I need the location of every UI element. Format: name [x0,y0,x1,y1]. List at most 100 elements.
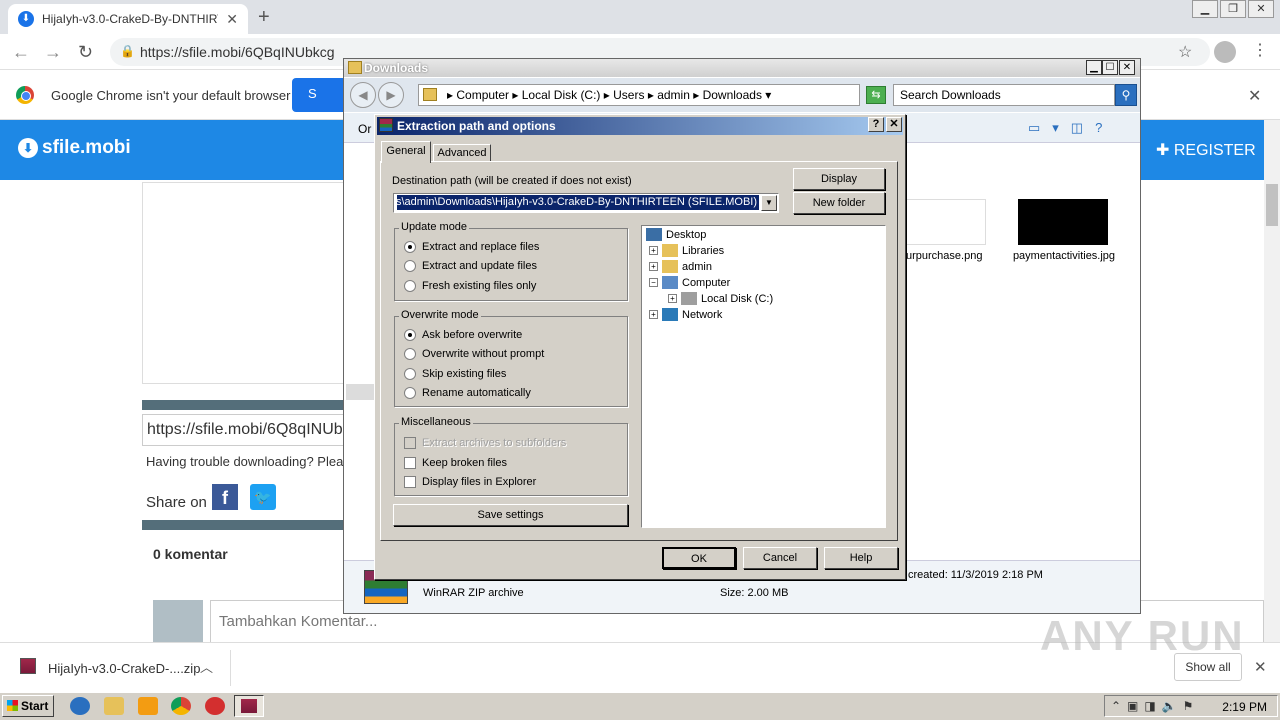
back-icon[interactable]: ◀ [350,82,376,108]
misc-title: Miscellaneous [399,416,473,428]
close-window-button[interactable]: ✕ [1248,0,1274,18]
winrar-taskbar-button[interactable] [234,695,264,717]
close-dialog-button[interactable]: ✕ [886,117,902,132]
ok-button[interactable]: OK [662,547,736,569]
breadcrumb-users[interactable]: Users [613,88,644,102]
file-thumbnail[interactable] [1018,199,1108,245]
tab-advanced[interactable]: Advanced [433,144,491,162]
breadcrumb-admin[interactable]: admin [657,88,690,102]
checkbox-box [404,437,416,449]
browser-tab[interactable]: ⬇ HijaIyh-v3.0-CrakeD-By-DNTHIRTEEN ✕ [8,4,248,34]
radio-extract-update[interactable]: Extract and update files [404,260,537,272]
radio-extract-replace[interactable]: Extract and replace files [404,241,539,253]
radio-ask-overwrite[interactable]: Ask before overwrite [404,329,522,341]
share-label: Share on [146,494,207,511]
expand-icon[interactable]: + [649,246,658,255]
update-mode-title: Update mode [399,221,470,233]
breadcrumb-computer[interactable]: Computer [456,88,509,102]
chevron-down-icon[interactable]: ▼ [761,195,777,211]
tree-item-computer[interactable]: − Computer [649,276,730,289]
explorer-maximize-button[interactable]: ☐ [1102,60,1118,75]
radio-overwrite-without-prompt[interactable]: Overwrite without prompt [404,348,544,360]
explorer-search-input[interactable]: Search Downloads [893,84,1115,106]
chrome-icon[interactable] [171,697,191,715]
expand-icon[interactable]: + [649,310,658,319]
winrar-file-icon [20,658,36,674]
tree-item-admin[interactable]: + admin [649,260,712,273]
register-link[interactable]: ✚ REGISTER [1156,140,1256,160]
tree-item-network[interactable]: + Network [649,308,722,321]
minimize-button[interactable]: ▁ [1192,0,1218,18]
divider-bar [142,520,344,530]
checkbox-display-explorer[interactable]: Display files in Explorer [404,476,536,488]
radio-fresh-existing[interactable]: Fresh existing files only [404,280,536,292]
destination-path-input[interactable]: C:\Users\admin\Downloads\HijaIyh-v3.0-Cr… [397,195,759,210]
explorer-icon[interactable] [104,697,124,715]
tab-general[interactable]: General [381,141,431,163]
breadcrumb-downloads[interactable]: Downloads [703,88,762,102]
refresh-icon[interactable]: ⇆ [866,86,886,104]
explorer-minimize-button[interactable]: ▁ [1086,60,1102,75]
profile-avatar[interactable] [1214,41,1236,63]
checkbox-label: Display files in Explorer [422,476,537,488]
details-size: Size: 2.00 MB [720,587,789,599]
scrollbar-thumb[interactable] [1266,184,1278,226]
bookmark-star-icon[interactable]: ☆ [1178,42,1192,62]
start-button[interactable]: Start [2,695,54,717]
menu-icon[interactable]: ⋮ [1252,40,1268,60]
breadcrumb[interactable]: ▸ Computer ▸ Local Disk (C:) ▸ Users ▸ a… [418,84,860,106]
close-downloads-icon[interactable]: ✕ [1254,658,1267,676]
radio-rename-auto[interactable]: Rename automatically [404,387,531,399]
twitter-icon[interactable]: 🐦 [250,484,276,510]
radio-skip-existing[interactable]: Skip existing files [404,368,506,380]
radio-dot [404,368,416,380]
download-icon: ⬇ [18,11,34,27]
collapse-icon[interactable]: − [649,278,658,287]
save-settings-button[interactable]: Save settings [393,504,628,526]
expand-icon[interactable]: + [668,294,677,303]
expand-icon[interactable]: + [649,262,658,271]
overwrite-mode-title: Overwrite mode [399,309,481,321]
clock[interactable]: 2:19 PM [1222,700,1267,714]
tree-item-desktop[interactable]: Desktop [646,228,706,241]
radio-dot [404,280,416,292]
download-url-field[interactable]: https://sfile.mobi/6Q8qINUbkcg [142,414,344,446]
checkbox-keep-broken[interactable]: Keep broken files [404,457,507,469]
new-folder-button[interactable]: New folder [793,192,885,214]
tree-label: Libraries [682,244,725,257]
folder-icon [348,61,362,74]
download-item-name[interactable]: HijaIyh-v3.0-CrakeD-....zip [48,661,200,676]
view-options-icons[interactable]: ▭▾◫? [1028,120,1114,136]
ie-icon[interactable] [70,697,90,715]
folder-icon [423,88,437,101]
checkbox-label: Keep broken files [422,457,507,469]
display-button[interactable]: Display [793,168,885,190]
media-player-icon[interactable] [138,697,158,715]
restore-button[interactable]: ❐ [1220,0,1246,18]
new-tab-button[interactable]: + [258,6,270,29]
file-thumbnail[interactable] [906,199,986,245]
chevron-up-icon[interactable]: ︿ [200,657,213,676]
opera-icon[interactable] [205,697,225,715]
search-icon[interactable]: ⚲ [1115,84,1137,106]
winrar-icon [241,699,257,713]
explorer-close-button[interactable]: ✕ [1119,60,1135,75]
reload-icon[interactable]: ↻ [78,42,93,63]
forward-icon[interactable]: → [44,42,62,63]
close-tab-icon[interactable]: ✕ [226,11,238,28]
tree-item-local-disk[interactable]: + Local Disk (C:) [668,292,773,305]
forward-icon[interactable]: ▶ [378,82,404,108]
site-logo[interactable]: ⬇ sfile.mobi [18,137,131,159]
tray-icons[interactable]: ⌃▣◨🔈⚑ [1111,699,1199,713]
organize-button[interactable]: Or [358,122,371,136]
back-icon[interactable]: ← [12,42,30,63]
infobar-close-icon[interactable]: ✕ [1248,86,1261,106]
facebook-icon[interactable]: f [212,484,238,510]
checkbox-box [404,476,416,488]
radio-label: Extract and update files [422,260,537,272]
help-button[interactable]: ? [868,117,884,132]
help-dialog-button[interactable]: Help [824,547,898,569]
breadcrumb-local-disk[interactable]: Local Disk (C:) [522,88,601,102]
tree-item-libraries[interactable]: + Libraries [649,244,724,257]
cancel-button[interactable]: Cancel [743,547,817,569]
